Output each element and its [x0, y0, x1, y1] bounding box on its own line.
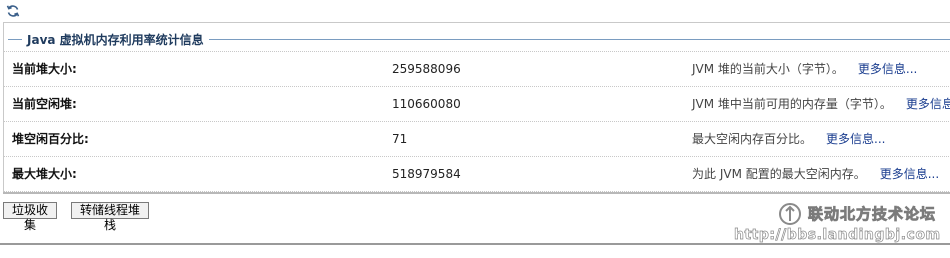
- row-label: 最大堆大小:: [12, 167, 77, 181]
- row-label: 当前空闲堆:: [12, 97, 77, 111]
- more-info-link[interactable]: 更多信息...: [880, 167, 939, 181]
- row-description: 最大空闲内存百分比。 更多信息...: [692, 122, 885, 156]
- forum-logo-icon: [779, 203, 801, 225]
- garbage-collect-button[interactable]: 垃圾收集: [3, 202, 57, 232]
- table-row: 堆空闲百分比: 71 最大空闲内存百分比。 更多信息...: [4, 121, 950, 156]
- watermark-url: http://bbs.landingbj.com: [734, 227, 941, 244]
- row-label: 堆空闲百分比:: [12, 132, 89, 146]
- table-row: 当前堆大小: 259588096 JVM 堆的当前大小（字节）。 更多信息...: [4, 51, 950, 86]
- row-description-text: JVM 堆的当前大小（字节）。: [692, 62, 844, 76]
- row-value: 259588096: [392, 62, 461, 76]
- table-row: 当前空闲堆: 110660080 JVM 堆中当前可用的内存量（字节）。 更多信息…: [4, 86, 950, 121]
- memory-stats-panel: Java 虚拟机内存利用率统计信息 当前堆大小: 259588096 JVM 堆…: [3, 22, 950, 193]
- more-info-link[interactable]: 更多信息...: [858, 62, 917, 76]
- stats-table: 当前堆大小: 259588096 JVM 堆的当前大小（字节）。 更多信息... …: [4, 51, 950, 192]
- panel-bottom-border: [3, 192, 950, 194]
- row-value: 71: [392, 132, 408, 146]
- row-description: JVM 堆的当前大小（字节）。 更多信息...: [692, 52, 917, 86]
- section-header: Java 虚拟机内存利用率统计信息: [8, 32, 950, 48]
- row-label: 当前堆大小:: [12, 62, 77, 76]
- watermark: 联动北方技术论坛 http://bbs.landingbj.com: [734, 202, 943, 248]
- section-title: Java 虚拟机内存利用率统计信息: [22, 32, 209, 48]
- row-description-text: 为此 JVM 配置的最大空闲内存。: [692, 167, 866, 181]
- more-info-link[interactable]: 更多信息...: [826, 132, 885, 146]
- refresh-icon[interactable]: [5, 3, 21, 19]
- row-description-text: 最大空闲内存百分比。: [692, 132, 813, 146]
- watermark-name: 联动北方技术论坛: [808, 205, 937, 224]
- more-info-link[interactable]: 更多信息...: [906, 97, 950, 111]
- footer-divider: [0, 243, 950, 245]
- row-description-text: JVM 堆中当前可用的内存量（字节）。: [692, 97, 892, 111]
- dump-thread-stack-button[interactable]: 转储线程堆栈: [71, 202, 149, 232]
- row-value: 518979584: [392, 167, 461, 181]
- row-description: 为此 JVM 配置的最大空闲内存。 更多信息...: [692, 157, 939, 191]
- row-description: JVM 堆中当前可用的内存量（字节）。更多信息...: [692, 87, 950, 121]
- row-value: 110660080: [392, 97, 461, 111]
- table-row: 最大堆大小: 518979584 为此 JVM 配置的最大空闲内存。 更多信息..…: [4, 156, 950, 192]
